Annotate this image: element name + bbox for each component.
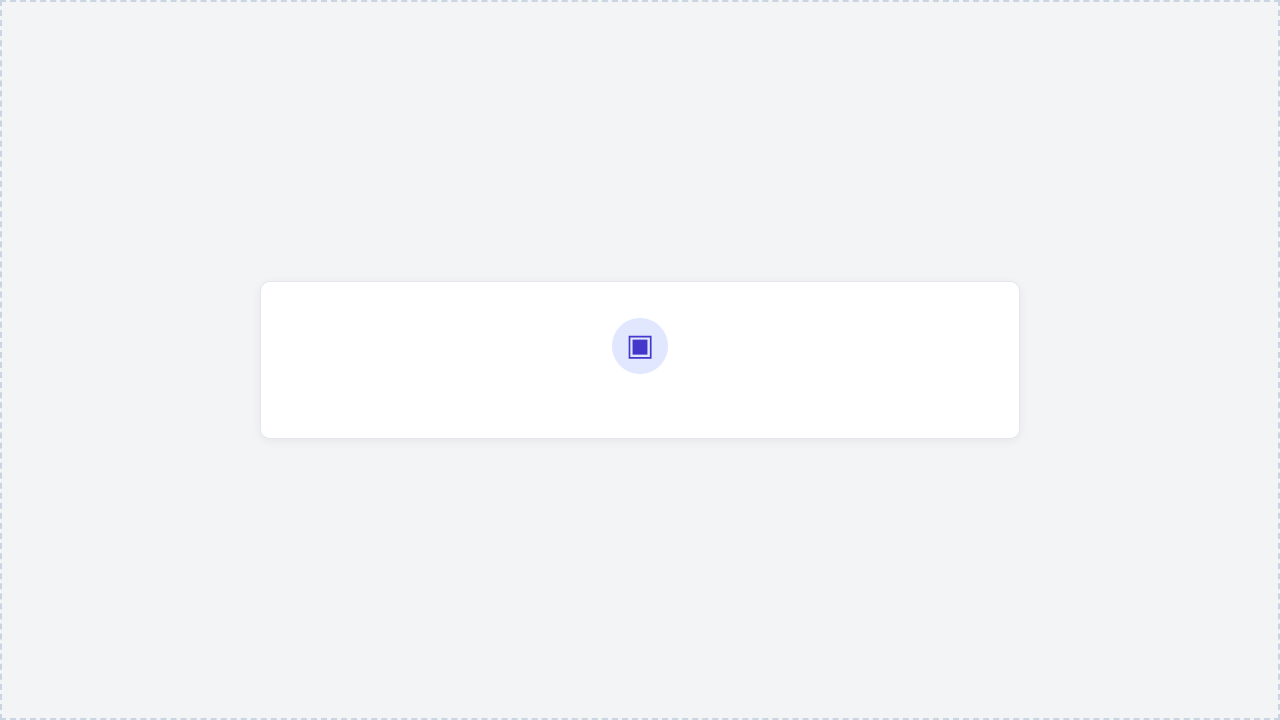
placeholder-panel: ▣ bbox=[260, 281, 1020, 439]
image-icon: ▣ bbox=[612, 318, 668, 374]
screenshot-frame: ▣ bbox=[0, 0, 1280, 720]
